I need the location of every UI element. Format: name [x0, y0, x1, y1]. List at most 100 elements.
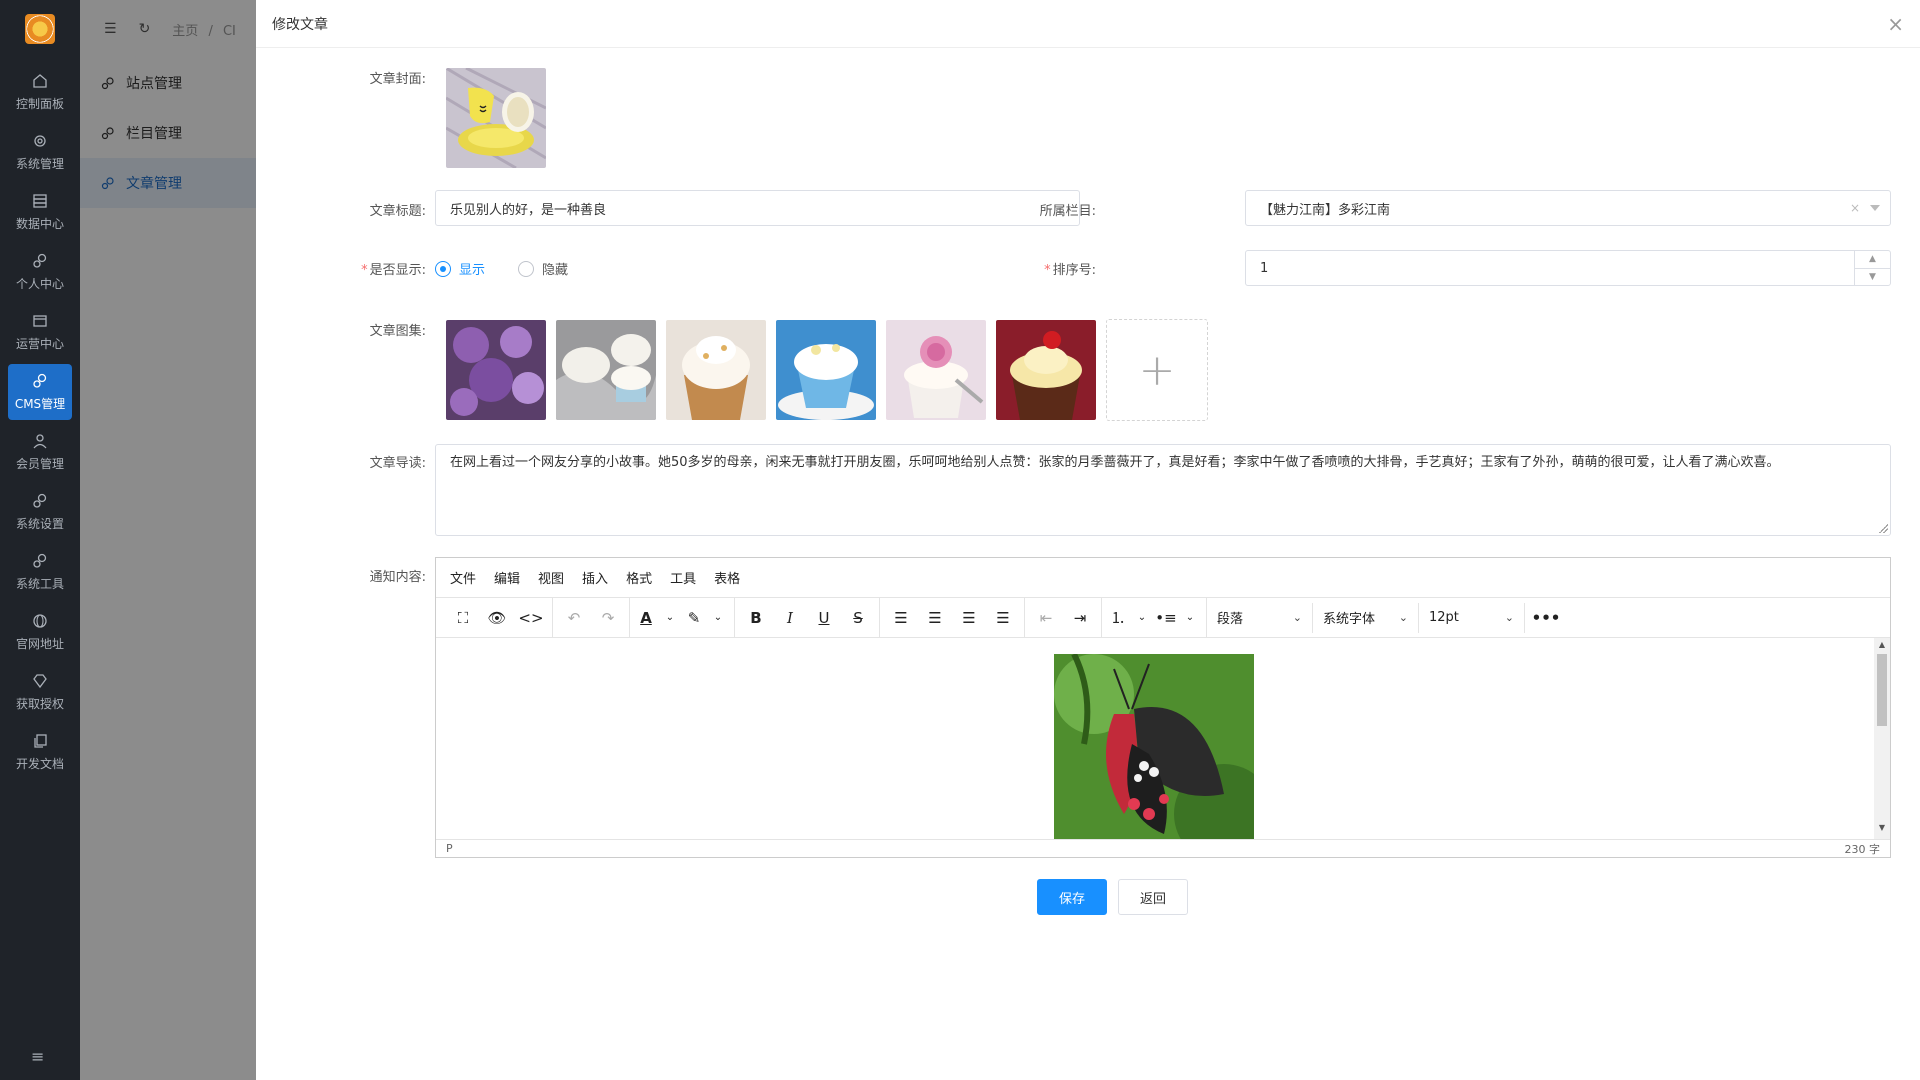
outdent-icon[interactable]: ⇤	[1029, 603, 1063, 633]
rail-item-10[interactable]: 获取授权	[8, 664, 72, 720]
text-color-icon[interactable]: A	[634, 603, 658, 633]
intro-text: 在网上看过一个网友分享的小故事。她50多岁的母亲，闲来无事就打开朋友圈，乐呵呵地…	[450, 455, 1780, 470]
intro-textarea[interactable]: 在网上看过一个网友分享的小故事。她50多岁的母亲，闲来无事就打开朋友圈，乐呵呵地…	[435, 444, 1891, 536]
bold-icon[interactable]: B	[739, 603, 773, 633]
rail-item-7[interactable]: 系统设置	[8, 484, 72, 540]
editor-menu-item[interactable]: 表格	[714, 568, 740, 587]
chevron-down-icon[interactable]: ⌄	[658, 603, 682, 633]
gallery-image-1[interactable]	[446, 320, 546, 420]
undo-icon[interactable]: ↶	[557, 603, 591, 633]
rail-item-3[interactable]: 个人中心	[8, 244, 72, 300]
radio-show[interactable]: 显示	[435, 259, 485, 278]
gallery-image-6[interactable]	[996, 320, 1096, 420]
sort-label: 排序号:	[986, 259, 1096, 278]
title-label: 文章标题:	[369, 204, 426, 219]
gallery-list: +	[446, 319, 1208, 421]
chevron-down-icon[interactable]: ⌄	[706, 603, 730, 633]
rail-item-1[interactable]: 系统管理	[8, 124, 72, 180]
toolbar-group-align: ☰ ☰ ☰ ☰	[880, 597, 1025, 638]
scroll-down-icon[interactable]: ▼	[1874, 823, 1890, 837]
align-right-icon[interactable]: ☰	[952, 603, 986, 633]
rail-item-9[interactable]: 官网地址	[8, 604, 72, 660]
more-icon[interactable]: •••	[1529, 603, 1563, 633]
back-button[interactable]: 返回	[1118, 879, 1188, 915]
resize-handle-icon[interactable]	[1878, 523, 1888, 533]
align-left-icon[interactable]: ☰	[884, 603, 918, 633]
rail-item-2[interactable]: 数据中心	[8, 184, 72, 240]
editor-menu-item[interactable]: 格式	[626, 568, 652, 587]
font-size-select[interactable]: 12pt ⌄	[1419, 602, 1525, 633]
rail-item-11[interactable]: 开发文档	[8, 724, 72, 780]
scroll-up-icon[interactable]: ▲	[1874, 640, 1890, 654]
source-code-icon[interactable]: <>	[514, 603, 548, 633]
stepper-up-icon[interactable]: ▲	[1855, 251, 1890, 269]
content-label: 通知内容:	[369, 570, 426, 585]
underline-icon[interactable]: U	[807, 603, 841, 633]
rail-item-0[interactable]: 控制面板	[8, 64, 72, 120]
save-button[interactable]: 保存	[1037, 879, 1107, 915]
radio-dot-hide[interactable]	[518, 260, 534, 277]
rail-item-4[interactable]: 运营中心	[8, 304, 72, 360]
chevron-down-icon: ⌄	[1398, 611, 1408, 624]
align-center-icon[interactable]: ☰	[918, 603, 952, 633]
redo-icon[interactable]: ↷	[591, 603, 625, 633]
menu-collapse-icon[interactable]: ≡	[31, 1047, 44, 1066]
category-value: 【魅力江南】多彩江南	[1260, 202, 1391, 218]
editor-menu-item[interactable]: 插入	[582, 568, 608, 587]
highlight-color-icon[interactable]: ✎	[682, 603, 706, 633]
indent-icon[interactable]: ⇥	[1063, 603, 1097, 633]
strikethrough-icon[interactable]: S	[841, 603, 875, 633]
rail-item-5[interactable]: CMS管理	[8, 364, 72, 420]
radio-dot-show[interactable]	[435, 260, 451, 277]
align-justify-icon[interactable]: ☰	[986, 603, 1020, 633]
modal-title: 修改文章	[272, 16, 328, 33]
sort-value: 1	[1260, 260, 1269, 276]
rail-item-6[interactable]: 会员管理	[8, 424, 72, 480]
title-input[interactable]: 乐见别人的好，是一种善良	[435, 190, 1080, 226]
font-family-select[interactable]: 系统字体 ⌄	[1313, 602, 1419, 633]
bullet-list-icon[interactable]: •≡	[1154, 603, 1178, 633]
italic-icon[interactable]: I	[773, 603, 807, 633]
clear-icon[interactable]: ×	[1850, 201, 1860, 215]
category-select[interactable]: 【魅力江南】多彩江南 ×	[1245, 190, 1891, 226]
scroll-thumb[interactable]	[1877, 654, 1887, 726]
editor-scrollbar[interactable]: ▲ ▼	[1874, 638, 1890, 839]
editor-menu-item[interactable]: 视图	[538, 568, 564, 587]
rail-item-label: 系统管理	[15, 157, 64, 171]
rail-item-label: 数据中心	[15, 217, 64, 231]
modal-mask[interactable]	[80, 0, 256, 1080]
chevron-down-icon[interactable]: ⌄	[1178, 603, 1202, 633]
stepper-down-icon[interactable]: ▼	[1855, 269, 1890, 286]
fullscreen-icon[interactable]: ⛶	[446, 603, 480, 633]
toolbar-group-format: B I U S	[735, 597, 880, 638]
gallery-image-4[interactable]	[776, 320, 876, 420]
cover-image[interactable]	[446, 68, 546, 168]
sort-input[interactable]: 1 ▲ ▼	[1245, 250, 1891, 286]
gallery-image-2[interactable]	[556, 320, 656, 420]
toolbar-group-view: ⛶ 👁 <>	[442, 597, 553, 638]
element-path[interactable]: P	[446, 842, 453, 855]
rail-item-label: 获取授权	[15, 697, 64, 711]
gallery-image-3[interactable]	[666, 320, 766, 420]
butterfly-image[interactable]	[1054, 652, 1274, 839]
rail-item-label: 系统工具	[15, 577, 64, 591]
chevron-down-icon: ⌄	[1292, 611, 1302, 624]
chevron-down-icon[interactable]: ⌄	[1130, 603, 1154, 633]
gallery-image-5[interactable]	[886, 320, 986, 420]
editor-menu-item[interactable]: 文件	[450, 568, 476, 587]
close-icon[interactable]: ×	[1887, 14, 1904, 34]
numbered-list-icon[interactable]: ⒈	[1106, 603, 1130, 633]
rail-item-8[interactable]: 系统工具	[8, 544, 72, 600]
editor-menu-item[interactable]: 编辑	[494, 568, 520, 587]
cover-label: 文章封面:	[369, 72, 426, 87]
radio-hide[interactable]: 隐藏	[518, 259, 568, 278]
block-format-select[interactable]: 段落 ⌄	[1207, 602, 1313, 633]
gallery-add-button[interactable]: +	[1106, 319, 1208, 421]
editor-content-area[interactable]: ▲ ▼	[436, 638, 1890, 839]
editor-menubar: 文件 编辑 视图 插入 格式 工具 表格	[436, 558, 1890, 598]
chevron-down-icon: ⌄	[1504, 611, 1514, 624]
preview-icon[interactable]: 👁	[480, 603, 514, 633]
editor-menu-item[interactable]: 工具	[670, 568, 696, 587]
modal-header: 修改文章 ×	[256, 0, 1920, 48]
chevron-down-icon[interactable]	[1870, 205, 1880, 211]
